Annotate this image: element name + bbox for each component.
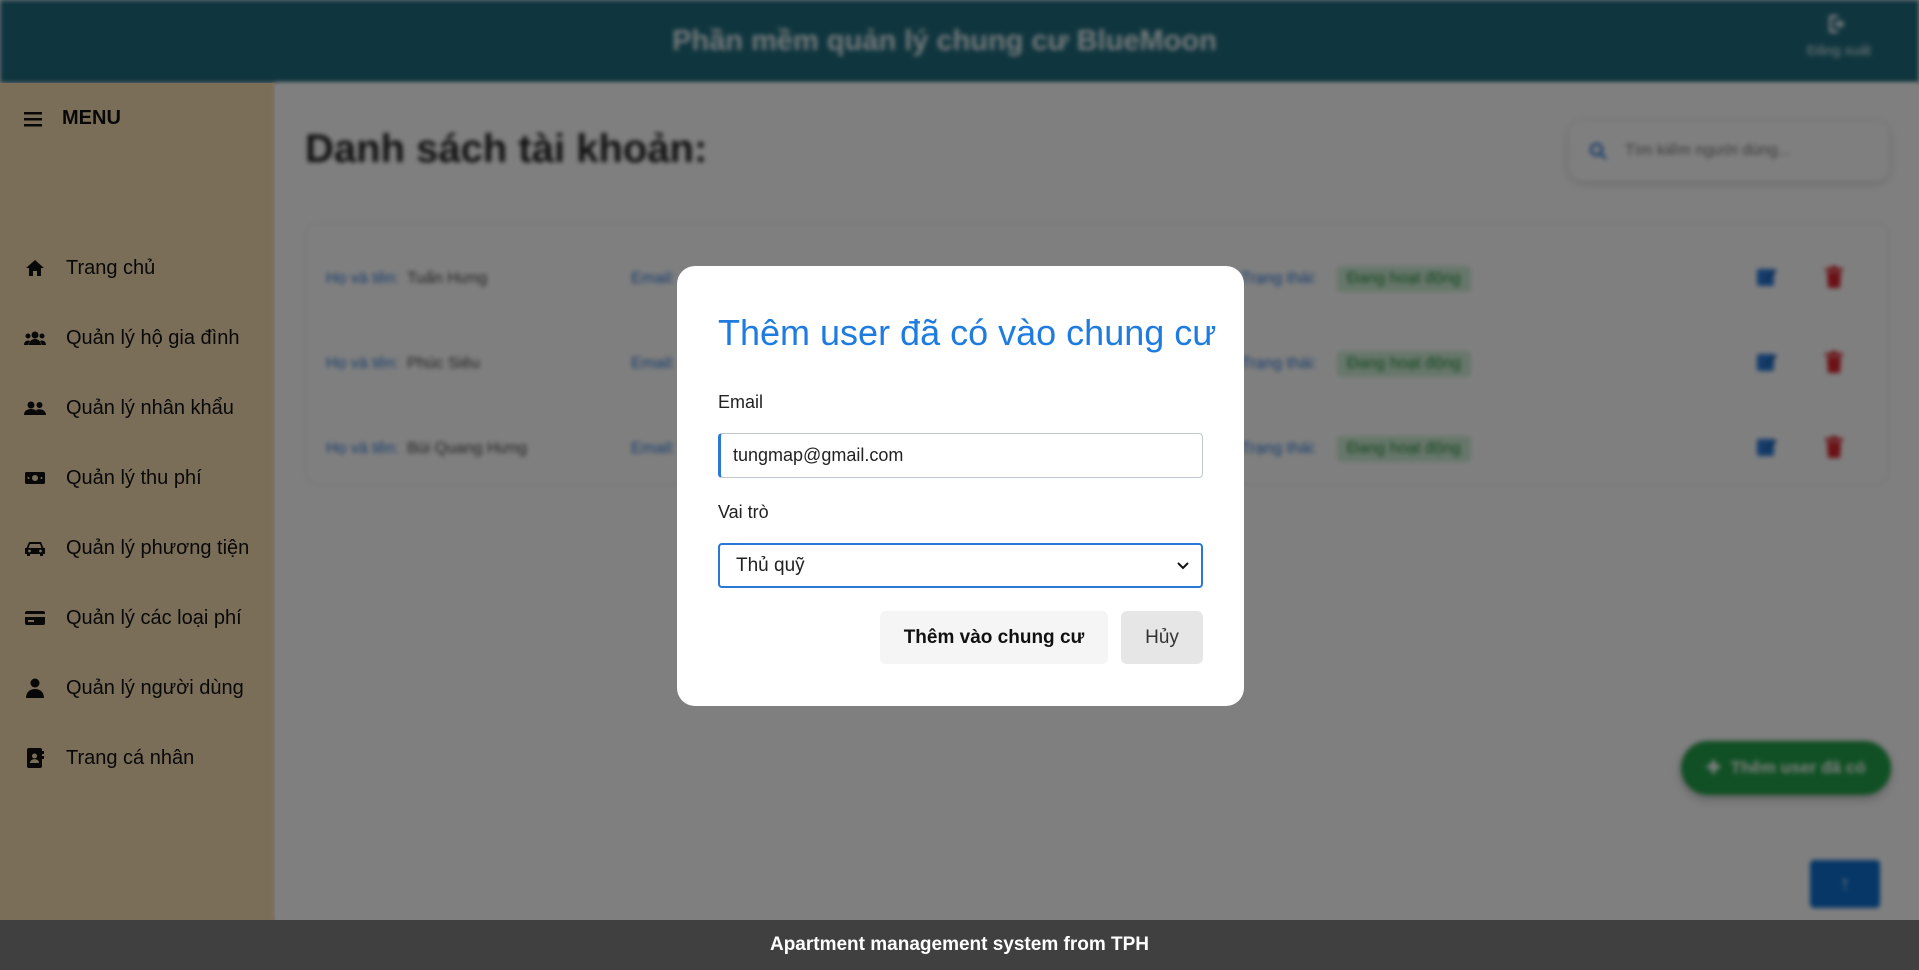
email-label: Email xyxy=(718,392,764,412)
footer-text: Apartment management system from TPH xyxy=(769,934,1150,955)
add-user-dialog: Thêm user đã có vào chung cư Email Vai t… xyxy=(677,266,1244,706)
add-to-apartment-button[interactable]: Thêm vào chung cư xyxy=(880,611,1108,664)
cancel-button[interactable]: Hủy xyxy=(1121,611,1203,664)
role-label: Vai trò xyxy=(718,502,769,522)
role-selected-value: Thủ quỹ xyxy=(736,554,805,576)
dialog-title: Thêm user đã có vào chung cư xyxy=(718,312,1217,353)
role-select[interactable]: Thủ quỹ xyxy=(718,543,1203,588)
chevron-down-icon xyxy=(1177,561,1189,569)
email-field[interactable] xyxy=(718,433,1203,478)
footer: Apartment management system from TPH xyxy=(0,920,1919,970)
